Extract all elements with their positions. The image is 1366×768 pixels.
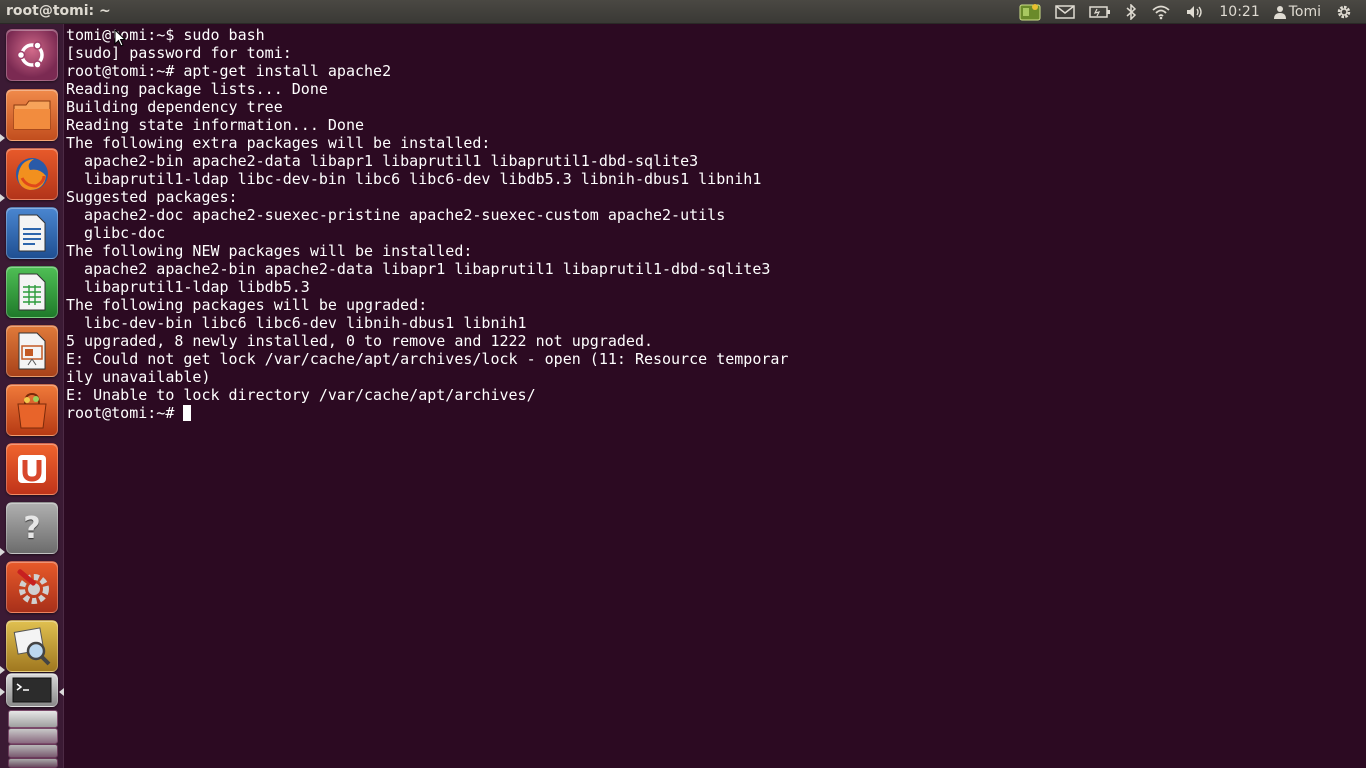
gear-icon[interactable] bbox=[1328, 0, 1360, 24]
image-viewer-button[interactable] bbox=[6, 620, 58, 672]
help-button[interactable]: ? bbox=[6, 502, 58, 554]
writer-icon bbox=[18, 214, 46, 252]
terminal-line: Reading package lists... Done bbox=[66, 80, 328, 98]
volume-icon[interactable] bbox=[1178, 0, 1212, 24]
terminal-line: tomi@tomi:~$ sudo bash bbox=[66, 26, 265, 44]
calc-button[interactable] bbox=[6, 266, 58, 318]
workspaces-icon[interactable] bbox=[6, 708, 58, 768]
user-menu[interactable]: Tomi bbox=[1267, 0, 1328, 24]
user-name: Tomi bbox=[1288, 4, 1321, 20]
terminal-line: The following NEW packages will be insta… bbox=[66, 242, 473, 260]
image-viewer-icon bbox=[13, 627, 51, 666]
files-icon bbox=[13, 100, 51, 130]
terminal-line: libaprutil1-ldap libc-dev-bin libc6 libc… bbox=[66, 170, 762, 188]
wifi-icon[interactable] bbox=[1144, 0, 1178, 24]
help-icon: ? bbox=[23, 510, 41, 546]
software-center-button[interactable] bbox=[6, 384, 58, 436]
system-settings-icon bbox=[17, 569, 49, 604]
battery-icon[interactable] bbox=[1082, 0, 1118, 24]
terminal-line: root@tomi:~# apt-get install apache2 bbox=[66, 62, 392, 80]
mail-icon[interactable] bbox=[1048, 0, 1082, 24]
terminal-prompt: root@tomi:~# bbox=[66, 404, 184, 422]
indicator-area: 10:21 Tomi bbox=[1012, 0, 1360, 24]
terminal-line: E: Unable to lock directory /var/cache/a… bbox=[66, 386, 536, 404]
terminal-line: glibc-doc bbox=[66, 224, 166, 242]
writer-button[interactable] bbox=[6, 207, 58, 259]
calc-icon bbox=[18, 273, 46, 311]
terminal-line: Reading state information... Done bbox=[66, 116, 365, 134]
impress-icon bbox=[18, 332, 46, 370]
terminal-line: libaprutil1-ldap libdb5.3 bbox=[66, 278, 310, 296]
files-button[interactable] bbox=[6, 89, 58, 141]
terminal-line: Suggested packages: bbox=[66, 188, 238, 206]
top-panel: root@tomi: ~ 10:21 Tomi bbox=[0, 0, 1366, 24]
terminal-button[interactable] bbox=[6, 673, 58, 707]
text-cursor bbox=[183, 405, 192, 421]
update-icon[interactable] bbox=[1012, 0, 1048, 24]
terminal-window[interactable]: tomi@tomi:~$ sudo bash [sudo] password fo… bbox=[65, 24, 1366, 768]
impress-button[interactable] bbox=[6, 325, 58, 377]
terminal-line: ily unavailable) bbox=[66, 368, 211, 386]
clock[interactable]: 10:21 bbox=[1212, 0, 1266, 24]
terminal-line: apache2-doc apache2-suexec-pristine apac… bbox=[66, 206, 726, 224]
terminal-line: E: Could not get lock /var/cache/apt/arc… bbox=[66, 350, 789, 368]
ubuntu-logo-icon bbox=[16, 41, 44, 69]
launcher: ? bbox=[0, 24, 64, 768]
system-settings-button[interactable] bbox=[6, 561, 58, 613]
firefox-icon bbox=[16, 158, 48, 190]
terminal-line: Building dependency tree bbox=[66, 98, 283, 116]
terminal-line: apache2 apache2-bin apache2-data libapr1… bbox=[66, 260, 771, 278]
terminal-line: libc-dev-bin libc6 libc6-dev libnih-dbus… bbox=[66, 314, 527, 332]
firefox-button[interactable] bbox=[6, 148, 58, 200]
terminal-output: tomi@tomi:~$ sudo bash [sudo] password fo… bbox=[66, 26, 788, 422]
terminal-line: The following extra packages will be ins… bbox=[66, 134, 491, 152]
user-icon bbox=[1273, 6, 1286, 19]
terminal-icon bbox=[12, 677, 52, 703]
mouse-pointer-icon bbox=[114, 29, 126, 47]
terminal-line: 5 upgraded, 8 newly installed, 0 to remo… bbox=[66, 332, 653, 350]
terminal-prompt-line[interactable]: root@tomi:~# bbox=[66, 404, 788, 422]
software-center-icon bbox=[17, 392, 47, 429]
ubuntu-one-icon bbox=[18, 455, 46, 483]
terminal-line: [sudo] password for tomi: bbox=[66, 44, 292, 62]
window-title: root@tomi: ~ bbox=[6, 3, 111, 19]
dash-home-button[interactable] bbox=[6, 29, 58, 81]
ubuntu-one-button[interactable] bbox=[6, 443, 58, 495]
terminal-line: The following packages will be upgraded: bbox=[66, 296, 428, 314]
terminal-line: apache2-bin apache2-data libapr1 libapru… bbox=[66, 152, 699, 170]
bluetooth-icon[interactable] bbox=[1118, 0, 1144, 24]
